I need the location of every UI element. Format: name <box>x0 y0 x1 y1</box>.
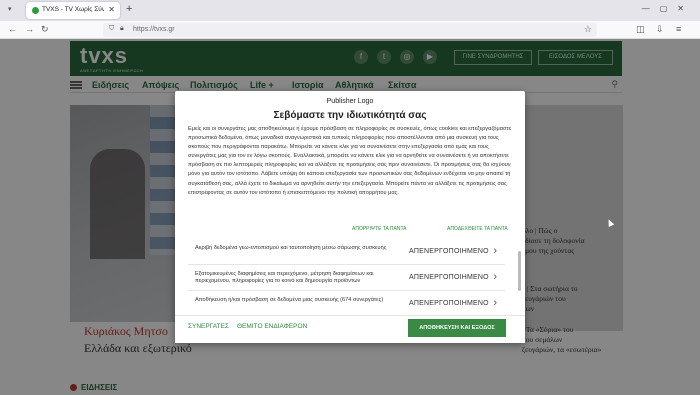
purpose-label: Ακριβή δεδομένα γεω-εντοπισμού και ταυτο… <box>195 245 387 251</box>
purpose-row[interactable]: Ακριβή δεδομένα γεω-εντοπισμού και ταυτο… <box>188 239 505 265</box>
url-text[interactable]: https://tvxs.gr <box>133 26 175 33</box>
bookmark-star-icon[interactable]: ☆ <box>584 24 592 35</box>
browser-tab[interactable]: TVXS - TV Χωρίς Σύνορα | ανεξ ✕ <box>26 2 120 19</box>
accept-all-link[interactable]: ΑΠΟΔΕΧΘΕΙΤΕ ΤΑ ΠΑΝΤΑ <box>447 226 508 232</box>
chevron-right-icon[interactable]: › <box>493 245 497 257</box>
consent-dialog: Publisher Logo Σεβόμαστε την ιδιωτικότητ… <box>175 91 525 343</box>
dialog-footer: ΣΥΝΕΡΓΑΤΕΣ ΘΕΜΙΤΟ ΕΝΔΙΑΦΕΡΟΝ ΑΠΟΘΗΚΕΥΣΗ … <box>175 315 525 343</box>
purpose-label: Εξατομικευμένες διαφημίσεις και περιεχόμ… <box>195 271 374 284</box>
partners-link[interactable]: ΣΥΝΕΡΓΑΤΕΣ <box>188 323 229 330</box>
lock-icon[interactable]: 🔒︎ <box>120 25 124 33</box>
purpose-status[interactable]: ΑΠΕΝΕΡΓΟΠΟΙΗΜΕΝΟ <box>409 274 489 281</box>
new-tab-icon[interactable]: + <box>126 3 132 15</box>
close-tab-icon[interactable]: ✕ <box>108 5 115 14</box>
publisher-logo: Publisher Logo <box>326 98 374 105</box>
reload-icon[interactable]: ↻ <box>41 24 49 35</box>
purpose-label: Αποθήκευση ή/και πρόσβαση σε δεδομένα μι… <box>195 297 384 303</box>
legitimate-interest-link[interactable]: ΘΕΜΙΤΟ ΕΝΔΙΑΦΕΡΟΝ <box>237 323 307 330</box>
save-and-exit-button[interactable]: ΑΠΟΘΗΚΕΥΣΗ ΚΑΙ ΕΞΟΔΟΣ <box>408 319 506 337</box>
dialog-title: Σεβόμαστε την ιδιωτικότητά σας <box>273 110 427 121</box>
dialog-scrollbar[interactable] <box>518 251 521 291</box>
purpose-row[interactable]: Εξατομικευμένες διαφημίσεις και περιεχόμ… <box>188 265 505 291</box>
extensions-icon[interactable]: ⇩ <box>656 24 664 35</box>
browser-tabbar: ▾ TVXS - TV Χωρίς Σύνορα | ανεξ ✕ + —▢✕ <box>0 0 700 21</box>
forward-icon[interactable]: → <box>25 24 34 34</box>
reject-all-link[interactable]: ΑΠΟΡΡΙΨΤΕ ΤΑ ΠΑΝΤΑ <box>352 226 406 232</box>
browser-navbar: ← → ↻ ⛉ 🔒︎ https://tvxs.gr ☆ ◫ ⇩ ≡ <box>0 21 700 39</box>
purpose-row[interactable]: Αποθήκευση ή/και πρόσβαση σε δεδομένα μι… <box>188 291 505 317</box>
back-icon[interactable]: ← <box>8 24 17 34</box>
chevron-right-icon[interactable]: › <box>493 297 497 309</box>
dialog-body-text: Εμείς και οι συνεργάτες μας αποθηκεύουμε… <box>188 126 512 196</box>
window-controls[interactable]: —▢✕ <box>642 4 694 13</box>
menu-icon[interactable]: ≡ <box>676 24 681 34</box>
chevron-right-icon[interactable]: › <box>493 271 497 283</box>
purpose-list: Ακριβή δεδομένα γεω-εντοπισμού και ταυτο… <box>188 239 505 317</box>
shield-icon[interactable]: ⛉ <box>109 25 114 33</box>
purpose-status[interactable]: ΑΠΕΝΕΡΓΟΠΟΙΗΜΕΝΟ <box>409 300 489 307</box>
tab-list-icon[interactable]: ▾ <box>8 5 12 13</box>
address-bar[interactable]: ⛉ 🔒︎ https://tvxs.gr ☆ <box>103 23 597 37</box>
tab-title: TVXS - TV Χωρίς Σύνορα | ανεξ <box>42 6 104 13</box>
favicon-icon <box>32 7 39 14</box>
purpose-status[interactable]: ΑΠΕΝΕΡΓΟΠΟΙΗΜΕΝΟ <box>409 248 489 255</box>
pocket-icon[interactable]: ◫ <box>636 24 645 35</box>
